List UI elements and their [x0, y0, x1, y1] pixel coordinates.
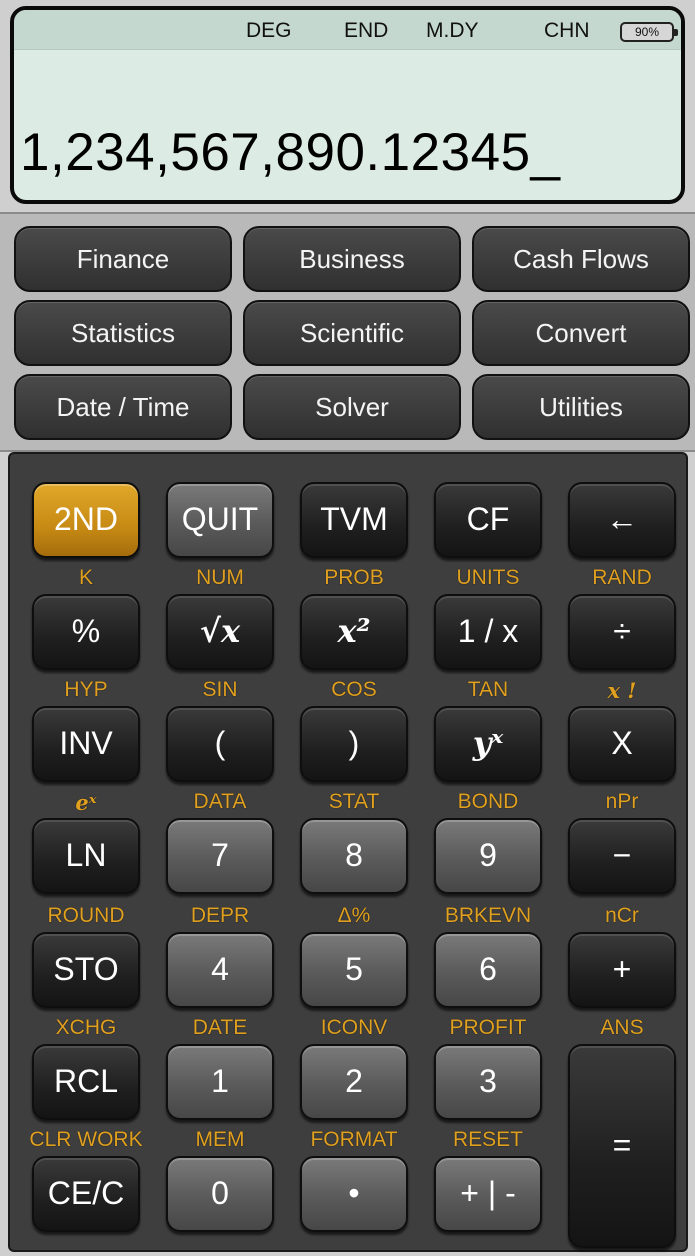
square-root-key[interactable]: √x: [166, 594, 274, 670]
second-label-num: NUM: [196, 566, 244, 589]
display-value: 1,234,567,890.12345_: [20, 123, 561, 182]
quit-key[interactable]: QUIT: [166, 482, 274, 558]
second-label-mem: MEM: [195, 1128, 245, 1151]
clear-key[interactable]: CE/C: [32, 1156, 140, 1232]
digit-6-key[interactable]: 6: [434, 932, 542, 1008]
divide-key[interactable]: ÷: [568, 594, 676, 670]
square-key-label: x²: [337, 612, 371, 650]
second-label-brkevn: BRKEVN: [444, 904, 532, 927]
menu-scientific-button[interactable]: Scientific: [243, 300, 461, 366]
digit-8-key[interactable]: 8: [300, 818, 408, 894]
battery-icon: 90%: [620, 22, 678, 42]
sto-key[interactable]: STO: [32, 932, 140, 1008]
second-label-depr: DEPR: [190, 904, 250, 927]
second-label-ans: ANS: [600, 1016, 644, 1039]
equals-key[interactable]: =: [568, 1044, 676, 1248]
open-paren-key[interactable]: (: [166, 706, 274, 782]
second-label-bond: BOND: [457, 790, 519, 813]
digit-2-key[interactable]: 2: [300, 1044, 408, 1120]
subtract-key[interactable]: −: [568, 818, 676, 894]
second-label-factorial: x !: [607, 678, 637, 703]
second-label-reset: RESET: [452, 1128, 523, 1151]
square-key[interactable]: x²: [300, 594, 408, 670]
add-key[interactable]: +: [568, 932, 676, 1008]
second-label-tan: TAN: [467, 678, 509, 701]
second-label-sin: SIN: [202, 678, 238, 701]
menu-cash-flows-button[interactable]: Cash Flows: [472, 226, 690, 292]
second-label-cos: COS: [331, 678, 377, 701]
decimal-point-key[interactable]: •: [300, 1156, 408, 1232]
ln-key[interactable]: LN: [32, 818, 140, 894]
second-label-k: K: [78, 566, 93, 589]
second-label-clr-work: CLR WORK: [29, 1128, 143, 1151]
second-label-npr: nPr: [605, 790, 639, 813]
second-label-ncr: nCr: [605, 904, 639, 927]
second-label-format: FORMAT: [310, 1128, 398, 1151]
tvm-key[interactable]: TVM: [300, 482, 408, 558]
second-label-stat: STAT: [328, 790, 380, 813]
menu-date-time-button[interactable]: Date / Time: [14, 374, 232, 440]
digit-0-key[interactable]: 0: [166, 1156, 274, 1232]
second-label-prob: PROB: [324, 566, 384, 589]
calculator-app: DEG END M.DY CHN 90% 1,234,567,890.12345…: [0, 0, 695, 1256]
second-label-xchg: XCHG: [55, 1016, 117, 1039]
cf-key[interactable]: CF: [434, 482, 542, 558]
menu-convert-button[interactable]: Convert: [472, 300, 690, 366]
backspace-key[interactable]: ←: [568, 482, 676, 558]
percent-key[interactable]: %: [32, 594, 140, 670]
power-key-label: yˣ: [472, 724, 504, 762]
second-label-date: DATE: [192, 1016, 248, 1039]
digit-7-key[interactable]: 7: [166, 818, 274, 894]
reciprocal-key[interactable]: 1 / x: [434, 594, 542, 670]
rcl-key[interactable]: RCL: [32, 1044, 140, 1120]
menu-utilities-button[interactable]: Utilities: [472, 374, 690, 440]
menu-statistics-button[interactable]: Statistics: [14, 300, 232, 366]
second-label-rand: RAND: [592, 566, 652, 589]
digit-9-key[interactable]: 9: [434, 818, 542, 894]
second-label-units: UNITS: [456, 566, 520, 589]
second-label-iconv: ICONV: [320, 1016, 388, 1039]
inv-key[interactable]: INV: [32, 706, 140, 782]
language-indicator: CHN: [544, 19, 590, 42]
second-key[interactable]: 2ND: [32, 482, 140, 558]
status-bar: DEG END M.DY CHN 90%: [14, 10, 681, 50]
digit-4-key[interactable]: 4: [166, 932, 274, 1008]
digit-3-key[interactable]: 3: [434, 1044, 542, 1120]
second-label-data: DATA: [193, 790, 247, 813]
angle-mode-indicator: DEG: [246, 19, 292, 42]
second-label-hyp: HYP: [64, 678, 108, 701]
digit-1-key[interactable]: 1: [166, 1044, 274, 1120]
display-panel: DEG END M.DY CHN 90% 1,234,567,890.12345…: [10, 6, 685, 204]
second-label-profit: PROFIT: [449, 1016, 527, 1039]
second-label-round: ROUND: [47, 904, 125, 927]
menu-panel: Finance Business Cash Flows Statistics S…: [0, 212, 695, 452]
menu-solver-button[interactable]: Solver: [243, 374, 461, 440]
digit-5-key[interactable]: 5: [300, 932, 408, 1008]
menu-business-button[interactable]: Business: [243, 226, 461, 292]
square-root-key-label: √x: [199, 612, 241, 650]
keypad: 2ND QUIT TVM CF ← K NUM PROB UNITS RAND …: [8, 452, 688, 1252]
sign-change-key[interactable]: + | -: [434, 1156, 542, 1232]
power-key[interactable]: yˣ: [434, 706, 542, 782]
close-paren-key[interactable]: ): [300, 706, 408, 782]
menu-finance-button[interactable]: Finance: [14, 226, 232, 292]
date-format-indicator: M.DY: [426, 19, 479, 42]
payment-mode-indicator: END: [344, 19, 389, 42]
multiply-key[interactable]: X: [568, 706, 676, 782]
second-label-exp: eˣ: [75, 790, 97, 815]
second-label-delta-percent: Δ%: [337, 904, 371, 927]
